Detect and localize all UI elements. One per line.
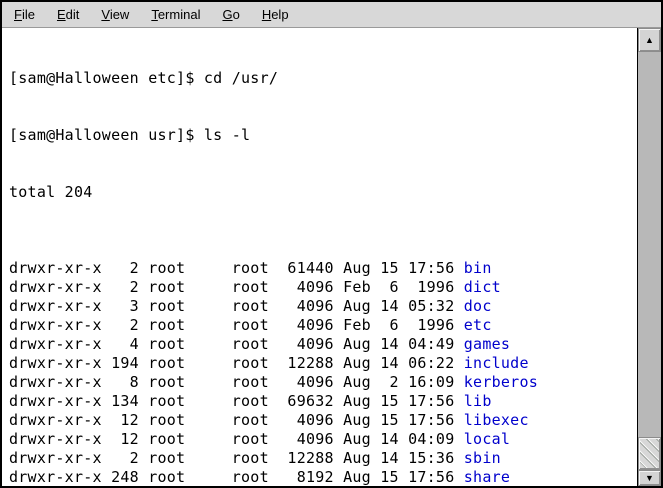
menu-view[interactable]: View — [90, 3, 140, 26]
file-attributes: drwxr-xr-x 2 root root 61440 Aug 15 17:5… — [9, 259, 464, 277]
file-attributes: drwxr-xr-x 194 root root 12288 Aug 14 06… — [9, 354, 464, 372]
shell-prompt: [sam@Halloween etc]$ — [9, 69, 204, 87]
terminal-line-total: total 204 — [9, 183, 637, 202]
terminal-output[interactable]: [sam@Halloween etc]$ cd /usr/ [sam@Hallo… — [2, 28, 638, 486]
file-name: libexec — [464, 411, 529, 429]
scrollbar-track[interactable] — [638, 52, 661, 470]
scroll-up-arrow-icon: ▲ — [645, 36, 654, 45]
file-row: drwxr-xr-x 2 root root 4096 Feb 6 1996 e… — [9, 316, 637, 335]
file-name: etc — [464, 316, 492, 334]
file-name: kerberos — [464, 373, 538, 391]
file-attributes: drwxr-xr-x 8 root root 4096 Aug 2 16:09 — [9, 373, 464, 391]
shell-command: cd /usr/ — [204, 69, 278, 87]
scroll-up-button[interactable]: ▲ — [638, 28, 661, 52]
scroll-down-button[interactable]: ▼ — [638, 470, 661, 486]
file-attributes: drwxr-xr-x 12 root root 4096 Aug 15 17:5… — [9, 411, 464, 429]
menu-help[interactable]: Help — [251, 3, 300, 26]
file-row: drwxr-xr-x 2 root root 12288 Aug 14 15:3… — [9, 449, 637, 468]
file-attributes: drwxr-xr-x 134 root root 69632 Aug 15 17… — [9, 392, 464, 410]
file-attributes: drwxr-xr-x 3 root root 4096 Aug 14 05:32 — [9, 297, 464, 315]
menu-bar: File Edit View Terminal Go Help — [2, 2, 661, 28]
file-name: games — [464, 335, 510, 353]
file-attributes: drwxr-xr-x 248 root root 8192 Aug 15 17:… — [9, 468, 464, 486]
file-row: drwxr-xr-x 12 root root 4096 Aug 15 17:5… — [9, 411, 637, 430]
file-row: drwxr-xr-x 3 root root 4096 Aug 14 05:32… — [9, 297, 637, 316]
scrollbar-thumb[interactable] — [638, 437, 661, 470]
file-name: bin — [464, 259, 492, 277]
file-row: drwxr-xr-x 134 root root 69632 Aug 15 17… — [9, 392, 637, 411]
listing-container: drwxr-xr-x 2 root root 61440 Aug 15 17:5… — [9, 259, 637, 486]
menu-edit[interactable]: Edit — [46, 3, 90, 26]
file-name: share — [464, 468, 510, 486]
file-attributes: drwxr-xr-x 2 root root 4096 Feb 6 1996 — [9, 316, 464, 334]
scrollbar: ▲ ▼ — [638, 28, 661, 486]
file-row: drwxr-xr-x 2 root root 61440 Aug 15 17:5… — [9, 259, 637, 278]
file-name: lib — [464, 392, 492, 410]
menu-terminal[interactable]: Terminal — [140, 3, 211, 26]
file-name: sbin — [464, 449, 501, 467]
file-row: drwxr-xr-x 2 root root 4096 Feb 6 1996 d… — [9, 278, 637, 297]
file-attributes: drwxr-xr-x 2 root root 12288 Aug 14 15:3… — [9, 449, 464, 467]
file-row: drwxr-xr-x 194 root root 12288 Aug 14 06… — [9, 354, 637, 373]
file-attributes: drwxr-xr-x 2 root root 4096 Feb 6 1996 — [9, 278, 464, 296]
file-name: local — [464, 430, 510, 448]
terminal-line-command: [sam@Halloween usr]$ ls -l — [9, 126, 637, 145]
file-row: drwxr-xr-x 248 root root 8192 Aug 15 17:… — [9, 468, 637, 486]
file-row: drwxr-xr-x 12 root root 4096 Aug 14 04:0… — [9, 430, 637, 449]
scroll-down-arrow-icon: ▼ — [645, 474, 654, 483]
file-name: doc — [464, 297, 492, 315]
file-attributes: drwxr-xr-x 12 root root 4096 Aug 14 04:0… — [9, 430, 464, 448]
menu-file[interactable]: File — [3, 3, 46, 26]
file-row: drwxr-xr-x 8 root root 4096 Aug 2 16:09 … — [9, 373, 637, 392]
file-attributes: drwxr-xr-x 4 root root 4096 Aug 14 04:49 — [9, 335, 464, 353]
menu-go[interactable]: Go — [211, 3, 250, 26]
file-name: dict — [464, 278, 501, 296]
file-name: include — [464, 354, 529, 372]
terminal-line-command: [sam@Halloween etc]$ cd /usr/ — [9, 69, 637, 88]
shell-prompt: [sam@Halloween usr]$ — [9, 126, 204, 144]
shell-command: ls -l — [204, 126, 250, 144]
terminal-window: File Edit View Terminal Go Help [sam@Hal… — [0, 0, 663, 488]
file-row: drwxr-xr-x 4 root root 4096 Aug 14 04:49… — [9, 335, 637, 354]
